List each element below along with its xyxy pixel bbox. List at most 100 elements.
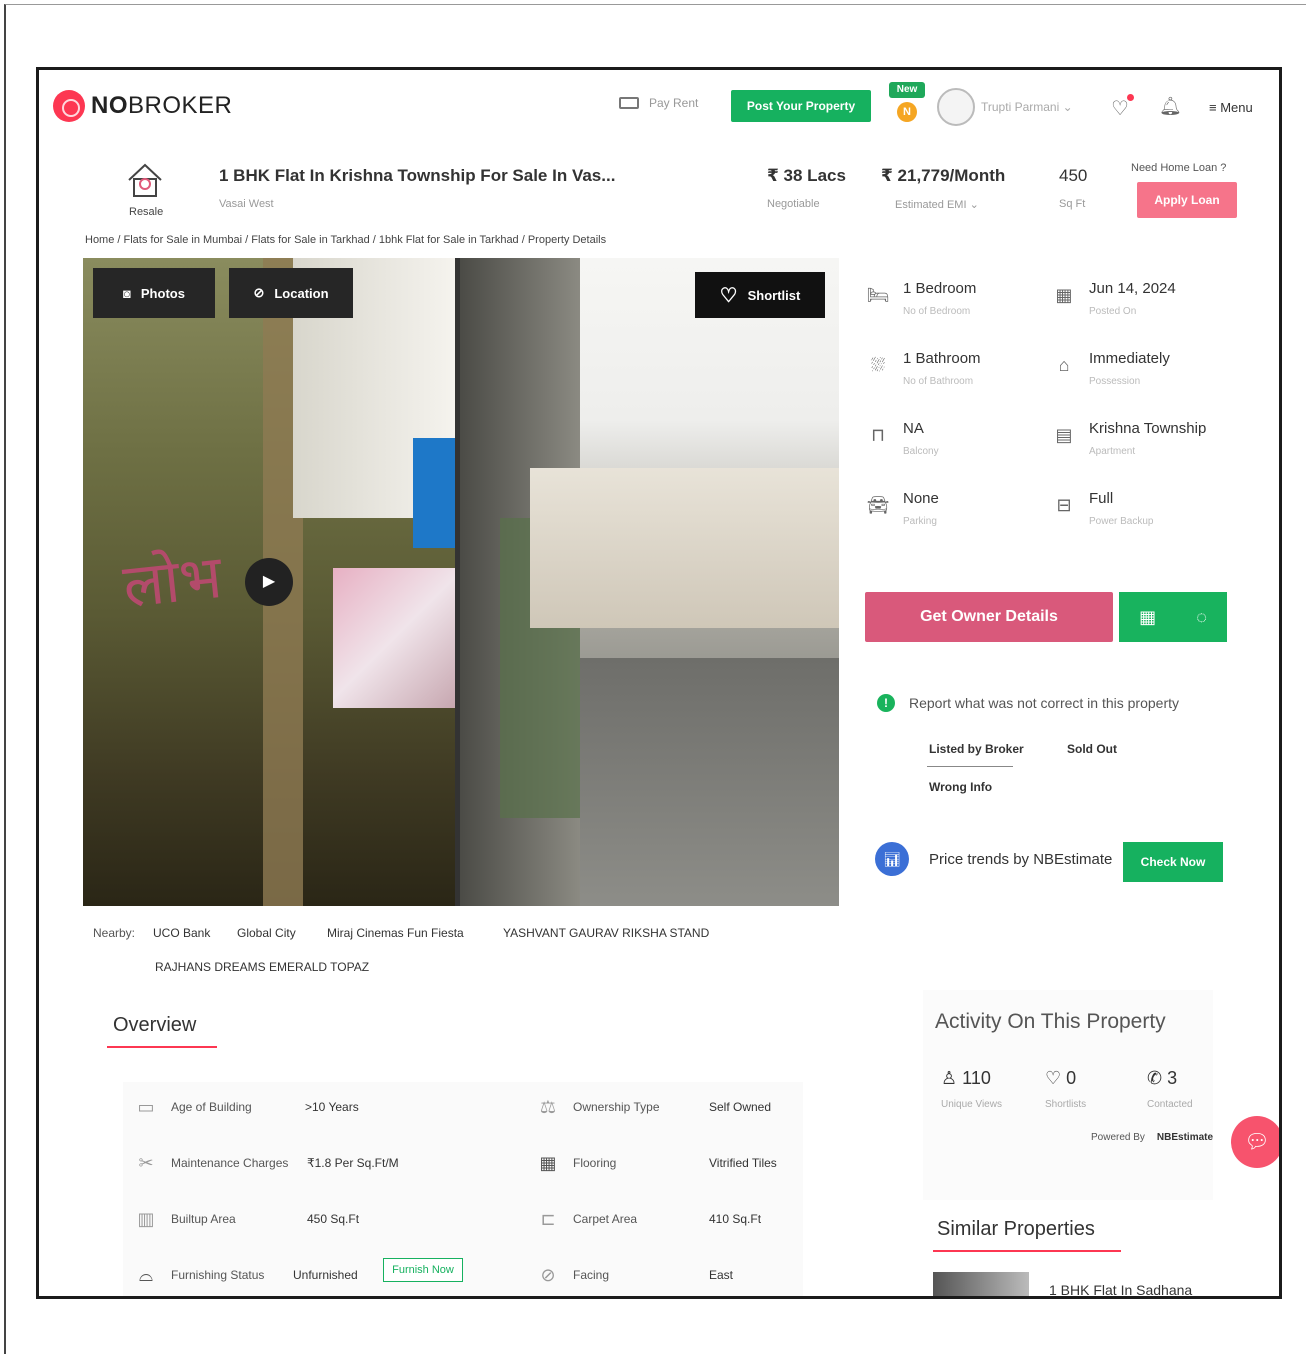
similar-title: Similar Properties (937, 1218, 1095, 1240)
nobroker-logo[interactable]: NOBROKER (53, 90, 232, 122)
price-trend-text: Price trends by NBEstimate (929, 850, 1113, 868)
similar-thumbnail[interactable] (933, 1272, 1029, 1296)
area-value: 450 (1059, 166, 1088, 185)
detail-possession: ⌂ Immediately Possession (1051, 340, 1231, 394)
activity-unique-views: ♙ 110 Unique Views (941, 1068, 1002, 1110)
info-icon: ! (877, 694, 895, 712)
heart-outline-icon: ♡ (719, 284, 738, 307)
price-stat: ₹ 38 Lacs Negotiable (767, 166, 846, 210)
possession-icon: ⌂ (1058, 355, 1070, 375)
similar-underline (933, 1250, 1121, 1252)
nearby-place[interactable]: Miraj Cinemas Fun Fiesta (327, 926, 464, 940)
overview-title: Overview (113, 1014, 197, 1036)
property-photo-street[interactable] (460, 258, 839, 906)
check-now-button[interactable]: Check Now (1123, 842, 1223, 882)
pay-rent-link[interactable]: Pay Rent (619, 96, 698, 110)
report-option-wrong-info[interactable]: Wrong Info (929, 780, 992, 794)
property-location: Vasai West (219, 198, 274, 210)
street-road (580, 658, 839, 906)
report-option-broker[interactable]: Listed by Broker (929, 742, 1024, 756)
overview-underline (107, 1046, 217, 1048)
bed-icon: 🛏︎ (866, 285, 890, 305)
get-owner-details-button[interactable]: Get Owner Details (865, 592, 1113, 642)
camera-icon: ◙ (123, 285, 131, 301)
bell-icon[interactable]: 🔔︎ (1159, 96, 1182, 117)
detail-bedroom: 🛏︎ 1 Bedroom No of Bedroom (866, 280, 977, 317)
property-summary-bar: Resale 1 BHK Flat In Krishna Township Fo… (39, 152, 1279, 232)
menu-button[interactable]: ≡ Menu (1209, 100, 1253, 115)
logo-text: NOBROKER (91, 92, 233, 119)
logo-icon (53, 90, 85, 122)
power-icon: ⊟ (1056, 495, 1072, 515)
post-property-button[interactable]: Post Your Property (731, 90, 871, 122)
chat-icon[interactable]: ◌ (1196, 607, 1207, 628)
chat-fab-icon[interactable]: 💬︎ (1231, 1116, 1279, 1168)
maintenance-icon: ✂ (138, 1153, 154, 1173)
n-coin-icon[interactable]: N (897, 102, 917, 122)
detail-apartment: ▤ Krishna Township Apartment (1051, 410, 1231, 464)
report-text: Report what was not correct in this prop… (909, 695, 1180, 711)
emi-note: Estimated EMI ⌄ (895, 199, 979, 211)
user-menu[interactable]: Trupti Parmani ⌄ (981, 100, 1073, 114)
balcony-icon: ⊓ (870, 425, 886, 445)
notification-dot (1127, 94, 1134, 101)
play-video-icon[interactable]: ▶ (245, 558, 293, 606)
user-avatar[interactable] (937, 88, 975, 126)
flooring-icon: ▦ (539, 1153, 557, 1173)
price-trend-row: 📊︎ Price trends by NBEstimate (875, 842, 1112, 876)
property-details-grid: 🛏︎ 1 Bedroom No of Bedroom ▦ Jun 14, 202… (865, 270, 1229, 600)
nearby-place[interactable]: YASHVANT GAURAV RIKSHA STAND (503, 926, 709, 940)
carpet-area-icon: ⊏ (540, 1209, 556, 1229)
sofa-icon: ⌓ (138, 1265, 154, 1285)
detail-power-backup: ⊟ Full Power Backup (1051, 480, 1231, 534)
resale-label: Resale (129, 206, 164, 218)
blue-drum (413, 438, 455, 548)
nearby-label: Nearby: (93, 926, 136, 940)
ownership-icon: ⚖︎ (539, 1097, 557, 1117)
compass-icon: ⊘ (253, 285, 265, 300)
area-unit: Sq Ft (1059, 198, 1086, 210)
home-loan-prompt: Need Home Loan ? (1131, 162, 1227, 174)
property-title: 1 BHK Flat In Krishna Township For Sale … (219, 166, 616, 185)
apply-loan-button[interactable]: Apply Loan (1137, 182, 1237, 218)
shortlist-button[interactable]: ♡ Shortlist (695, 272, 825, 318)
user-icon: ♙ (941, 1068, 958, 1088)
furnish-now-button[interactable]: Furnish Now (383, 1258, 463, 1282)
owner-contact-actions[interactable]: ▦ ◌ (1119, 592, 1227, 642)
report-option-divider (927, 766, 1013, 767)
breadcrumb[interactable]: Home / Flats for Sale in Mumbai / Flats … (85, 234, 606, 246)
page-screenshot: NOBROKER Pay Rent Post Your Property New… (36, 67, 1282, 1299)
emi-stat[interactable]: ₹ 21,779/Month Estimated EMI ⌄ (881, 166, 1005, 211)
similar-item-title[interactable]: 1 BHK Flat In Sadhana (1049, 1282, 1192, 1296)
report-option-sold-out[interactable]: Sold Out (1067, 742, 1117, 756)
bed-area (333, 568, 455, 708)
emi-value: ₹ 21,779/Month (881, 166, 1006, 185)
pay-rent-label: Pay Rent (649, 96, 699, 110)
wall-graffiti: लोभ (119, 542, 226, 622)
compass-icon: ⊘ (540, 1265, 556, 1285)
activity-contacted: ✆ 3 Contacted (1147, 1068, 1193, 1110)
heart-icon[interactable]: ♡ (1111, 96, 1129, 121)
location-button[interactable]: ⊘ Location (229, 268, 353, 318)
hamburger-icon: ≡ (1209, 100, 1217, 115)
phone-icon: ✆ (1147, 1068, 1163, 1088)
photos-button[interactable]: ◙ Photos (93, 268, 215, 318)
property-photo-interior[interactable]: लोभ ▶ (83, 258, 455, 906)
nearby-place[interactable]: RAJHANS DREAMS EMERALD TOPAZ (155, 960, 369, 974)
detail-balcony: ⊓ NA Balcony (865, 410, 1045, 464)
calendar-icon: ▦ (1055, 285, 1073, 305)
resale-house-icon (128, 163, 162, 197)
price-value: ₹ 38 Lacs (767, 166, 846, 185)
bath-icon: ⛆ (870, 355, 886, 375)
report-row: ! Report what was not correct in this pr… (877, 694, 1179, 712)
area-stat: 450 Sq Ft (1059, 166, 1087, 210)
detail-parking: 🚘︎ None Parking (866, 490, 939, 527)
calendar-icon[interactable]: ▦ (1139, 607, 1156, 628)
car-icon: 🚘︎ (866, 495, 890, 515)
apartment-icon: ▤ (1055, 425, 1073, 445)
overview-panel (123, 1082, 803, 1296)
nearby-place[interactable]: UCO Bank (153, 926, 210, 940)
bar-chart-icon: 📊︎ (875, 842, 909, 876)
nearby-place[interactable]: Global City (237, 926, 296, 940)
photo-gallery[interactable]: लोभ ▶ ◙ Photos ⊘ Location ♡ Shortlist (83, 258, 839, 906)
